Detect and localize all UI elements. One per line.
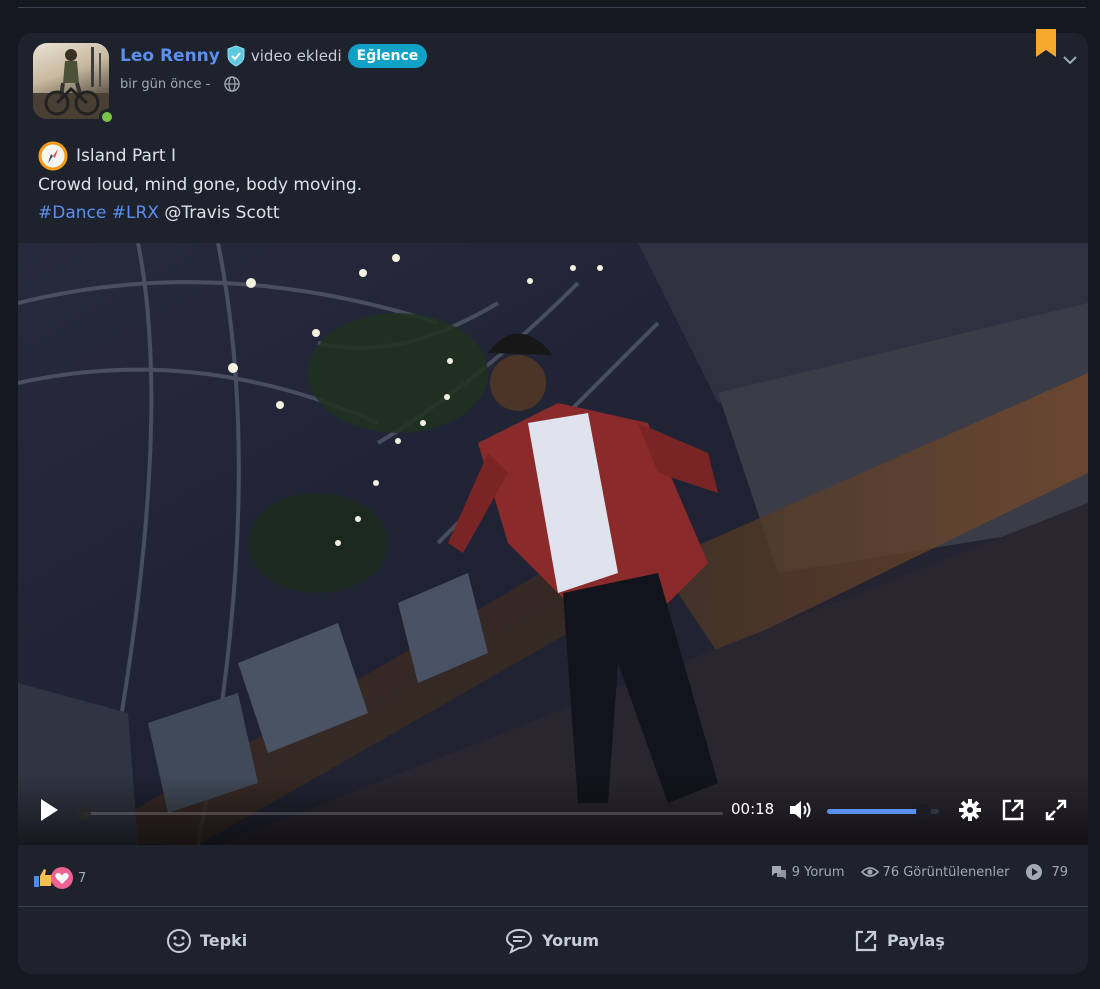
volume-fill [827, 809, 924, 814]
views-count: 76 Görüntülenenler [882, 864, 1010, 880]
volume-slider[interactable] [827, 804, 939, 819]
hashtag-lrx[interactable]: #LRX [112, 203, 159, 223]
eye-icon [860, 867, 879, 877]
bookmark-icon[interactable] [1034, 27, 1058, 63]
share-label: Paylaş [887, 931, 945, 950]
video-player[interactable]: 00:18 [18, 243, 1088, 845]
video-controls: 00:18 [18, 775, 1088, 845]
comments-stat[interactable]: 9 Yorum [770, 864, 845, 880]
volume-icon[interactable] [788, 798, 814, 826]
top-divider [18, 7, 1086, 8]
current-time: 00:18 [731, 800, 775, 818]
love-reaction-icon [51, 867, 73, 889]
plays-count: 79 [1051, 864, 1068, 880]
play-icon[interactable] [38, 797, 60, 827]
category-badge[interactable]: Eğlence [347, 44, 428, 68]
react-label: Tepki [200, 931, 248, 950]
share-icon [855, 930, 877, 951]
post-stats: 9 Yorum 76 Görüntülenenler 79 [754, 863, 1068, 881]
share-button[interactable]: Paylaş [853, 907, 945, 974]
post-card: Leo Renny video ekledi Eğlence bir gün ö… [18, 29, 1088, 974]
volume-knob[interactable] [916, 804, 932, 819]
settings-icon[interactable] [958, 798, 982, 826]
views-stat: 76 Görüntülenenler [860, 864, 1010, 880]
video-frame [18, 243, 1088, 845]
hashtag-dance[interactable]: #Dance [38, 203, 106, 223]
comments-count: 9 Yorum [791, 864, 845, 880]
mention-travis-scott[interactable]: @Travis Scott [164, 203, 279, 223]
react-button[interactable]: Tepki [166, 907, 247, 974]
post-time[interactable]: bir gün önce - [120, 77, 210, 92]
comment-button[interactable]: Yorum [504, 907, 599, 974]
post-action-text: video ekledi [250, 47, 342, 65]
post-body-line: Crowd loud, mind gone, body moving. [38, 175, 363, 195]
fullscreen-icon[interactable] [1044, 798, 1068, 826]
chevron-down-icon[interactable] [1062, 51, 1078, 70]
post-title: Island Part I [76, 146, 176, 166]
globe-icon [224, 76, 241, 92]
plays-stat: 79 [1025, 863, 1068, 881]
smile-icon [167, 928, 191, 953]
seek-bar[interactable] [77, 806, 723, 820]
online-status-dot [99, 109, 115, 125]
popout-icon[interactable] [1001, 798, 1025, 826]
seek-knob[interactable] [77, 806, 91, 820]
actions-bar: Tepki Yorum Paylaş [18, 907, 1088, 974]
comment-icon [505, 928, 533, 954]
author-name[interactable]: Leo Renny [120, 46, 220, 66]
play-circle-icon [1026, 864, 1043, 880]
comment-label: Yorum [542, 931, 600, 950]
post-text: Island Part I Crowd loud, mind gone, bod… [38, 141, 362, 227]
reaction-count: 7 [78, 870, 87, 886]
avatar[interactable] [33, 43, 115, 125]
reactions-summary[interactable]: 7 [32, 866, 86, 890]
comments-icon [771, 866, 786, 879]
verified-icon [224, 44, 248, 68]
compass-icon [38, 141, 68, 171]
